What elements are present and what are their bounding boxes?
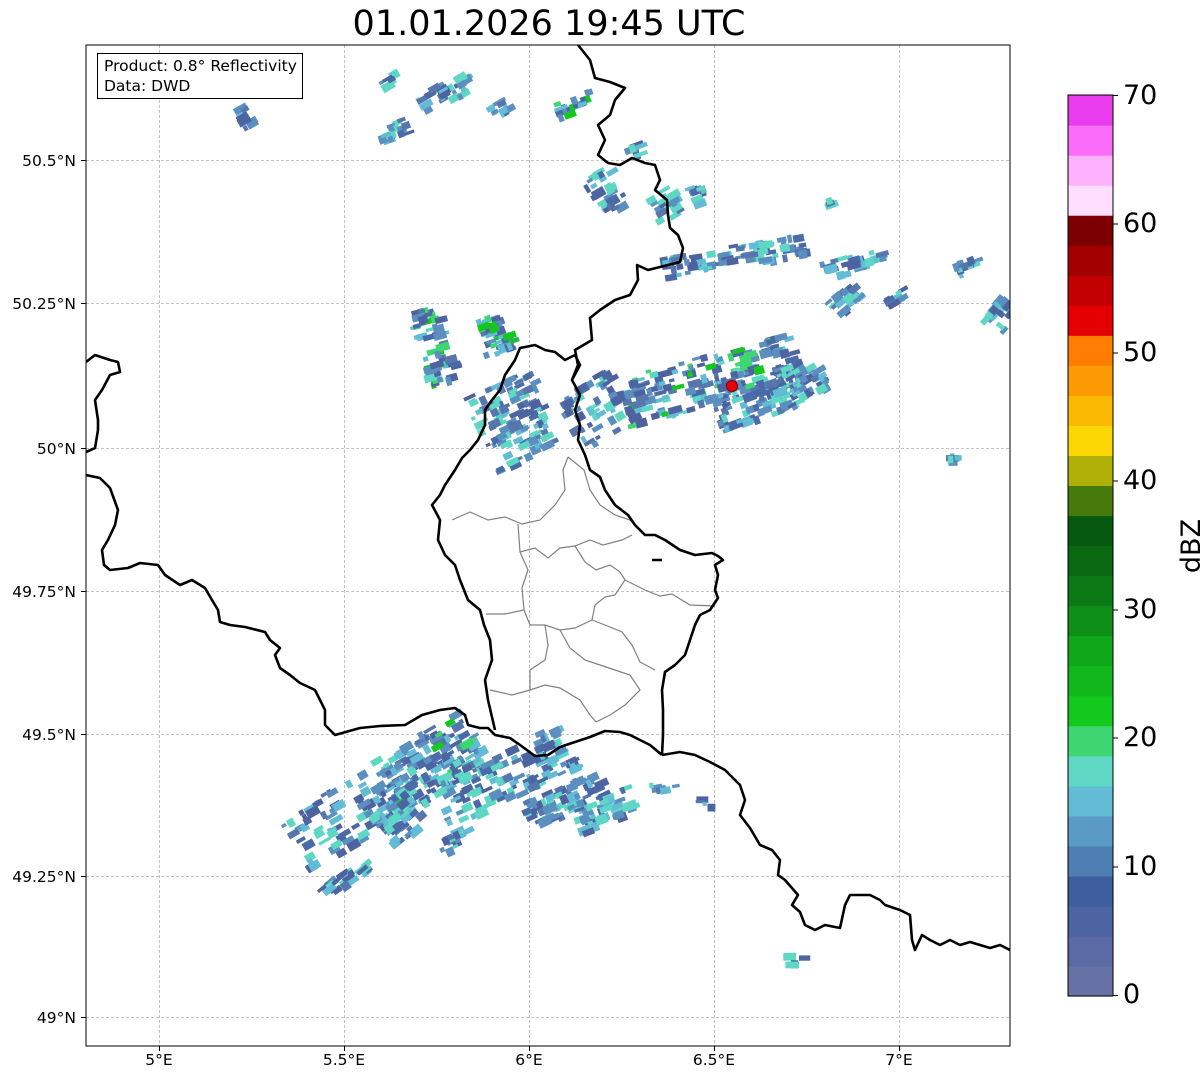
colorbar-swatch	[1068, 455, 1113, 487]
colorbar-swatch	[1068, 95, 1113, 126]
colorbar-tick-50: 50	[1123, 337, 1158, 368]
colorbar-swatch	[1068, 755, 1113, 787]
colorbar-swatch	[1068, 905, 1113, 937]
colorbar-swatch	[1068, 845, 1113, 877]
colorbar-swatch	[1068, 305, 1113, 336]
colorbar-label: dBZ	[1176, 518, 1202, 574]
colorbar-swatch	[1068, 155, 1113, 186]
colorbar	[1067, 94, 1118, 997]
colorbar-swatch	[1068, 365, 1113, 396]
colorbar-swatch	[1068, 815, 1113, 847]
colorbar-tick-40: 40	[1123, 465, 1158, 496]
colorbar-tick-30: 30	[1123, 594, 1158, 625]
colorbar-swatch	[1068, 185, 1113, 216]
colorbar-swatch	[1068, 425, 1113, 456]
colorbar-swatch	[1068, 575, 1113, 607]
colorbar-swatch	[1068, 935, 1113, 967]
colorbar-swatch	[1068, 335, 1113, 366]
colorbar-tick-20: 20	[1123, 722, 1158, 753]
colorbar-swatch	[1068, 695, 1113, 727]
colorbar-swatch	[1068, 965, 1113, 997]
colorbar-swatch	[1068, 785, 1113, 817]
colorbar-swatch	[1068, 635, 1113, 667]
colorbar-swatch	[1068, 725, 1113, 757]
colorbar-tick-10: 10	[1123, 851, 1158, 882]
colorbar-swatch	[1068, 275, 1113, 306]
colorbar-tick-60: 60	[1123, 208, 1158, 239]
colorbar-swatch	[1068, 215, 1113, 246]
colorbar-swatch	[1068, 395, 1113, 426]
colorbar-swatch	[1068, 125, 1113, 156]
colorbar-swatch	[1068, 545, 1113, 577]
colorbar-swatch	[1068, 515, 1113, 547]
colorbar-swatch	[1068, 665, 1113, 697]
colorbar-swatch	[1068, 245, 1113, 276]
colorbar-swatch	[1068, 485, 1113, 517]
colorbar-swatch	[1068, 875, 1113, 907]
colorbar-tick-70: 70	[1123, 80, 1158, 111]
colorbar-tick-0: 0	[1123, 979, 1141, 1010]
colorbar-swatch	[1068, 605, 1113, 637]
